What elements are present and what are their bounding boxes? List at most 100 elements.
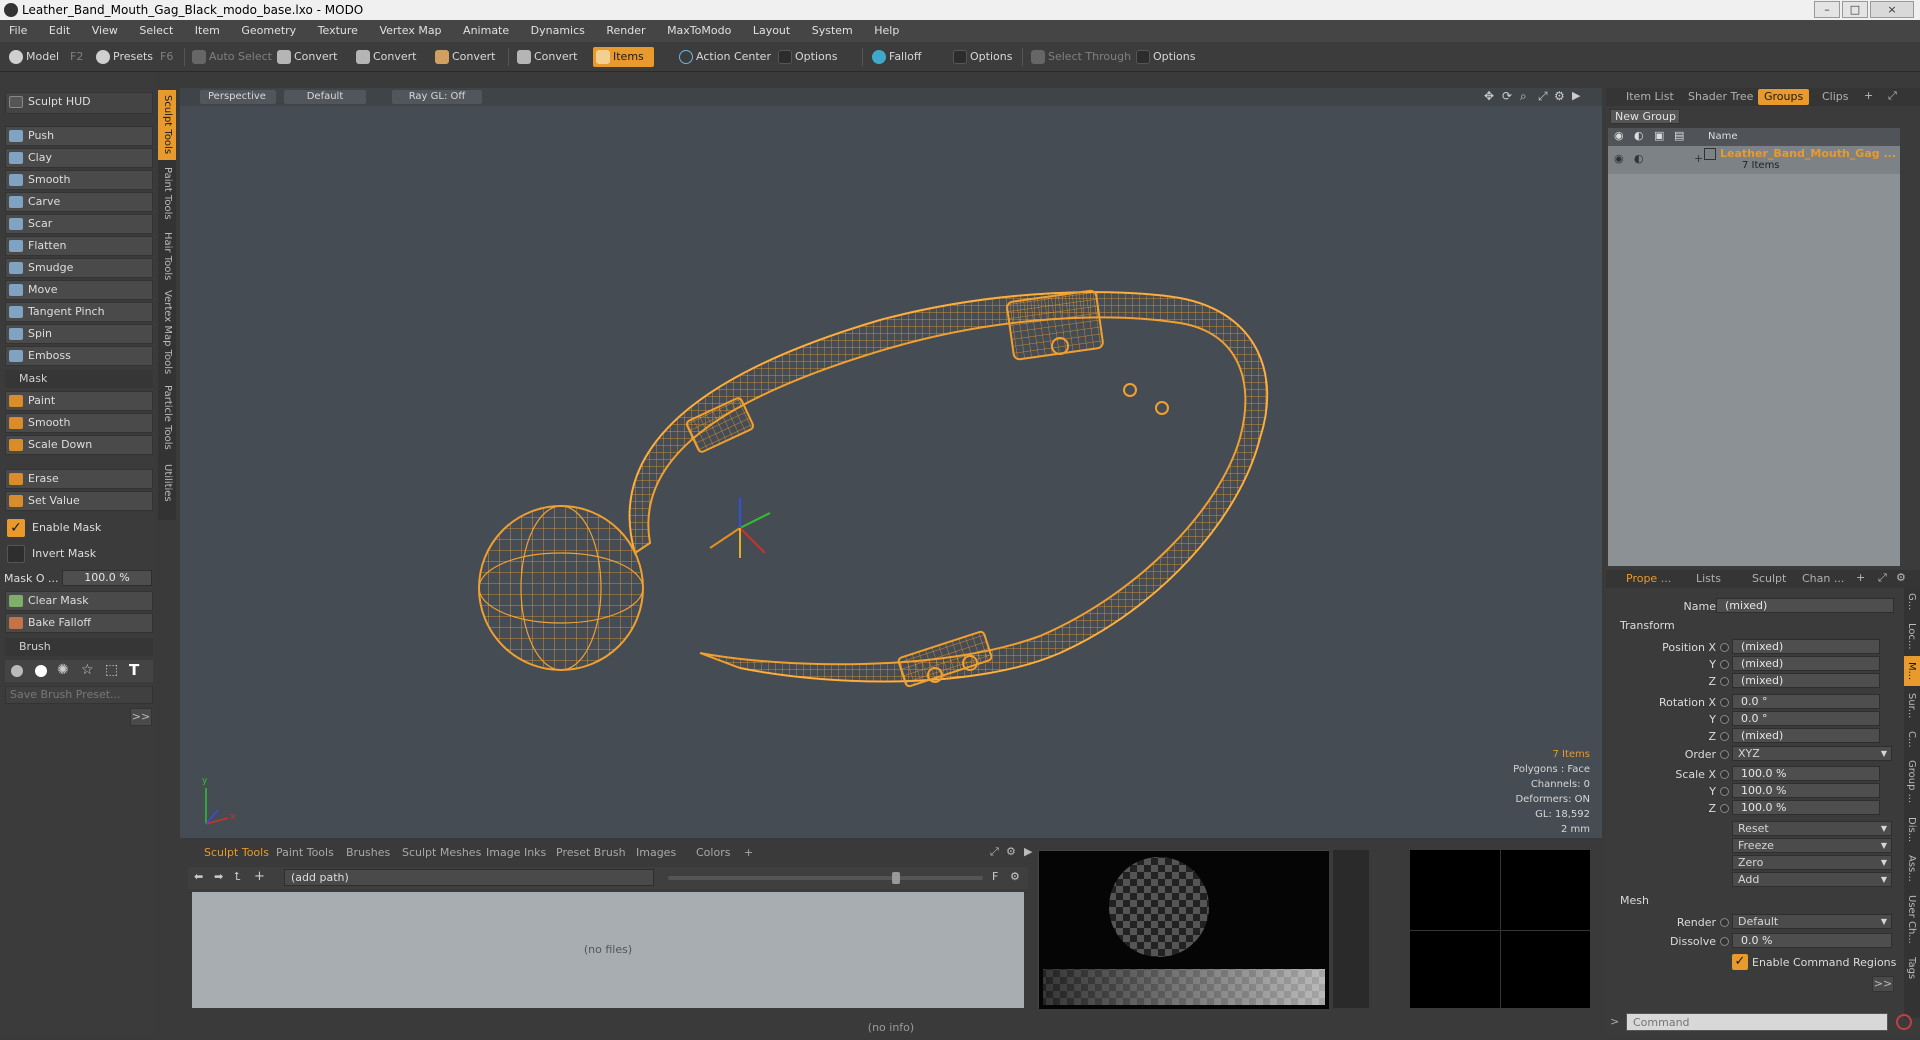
transform-section-header[interactable]: Transform xyxy=(1620,619,1675,632)
clear-mask-button[interactable]: Clear Mask xyxy=(5,591,153,611)
render-icon[interactable]: ◐ xyxy=(1634,129,1644,142)
tool-clay[interactable]: Clay xyxy=(5,148,153,168)
tab-groups[interactable]: Groups xyxy=(1758,89,1810,105)
model-button[interactable]: Model xyxy=(6,47,59,67)
tab-clips[interactable]: Clips xyxy=(1816,89,1855,105)
visibility-eye-icon[interactable]: ◉ xyxy=(1614,129,1624,142)
scale-z-anim-icon[interactable] xyxy=(1720,804,1729,813)
star-brush-icon[interactable]: ☆ xyxy=(81,662,94,678)
tool-flatten[interactable]: Flatten xyxy=(5,236,153,256)
tab-sculpt-tools-bottom[interactable]: Sculpt Tools xyxy=(204,845,269,861)
sculpt-hud-button[interactable]: Sculpt HUD xyxy=(5,92,153,114)
tool-smooth[interactable]: Smooth xyxy=(5,170,153,190)
menu-animate[interactable]: Animate xyxy=(454,20,518,42)
rotation-x-field[interactable]: 0.0 ° xyxy=(1732,694,1880,709)
scale-y-field[interactable]: 100.0 % xyxy=(1732,783,1880,798)
order-anim-icon[interactable] xyxy=(1720,750,1729,759)
freeze-dropdown[interactable]: Freeze ▼ xyxy=(1732,838,1892,853)
forward-arrow-icon[interactable]: ➡ xyxy=(214,870,223,883)
tab-lists[interactable]: Lists xyxy=(1690,571,1727,587)
rotation-y-field[interactable]: 0.0 ° xyxy=(1732,711,1880,726)
scale-y-anim-icon[interactable] xyxy=(1720,787,1729,796)
bake-falloff-button[interactable]: Bake Falloff xyxy=(5,613,153,633)
convert-vertices-button[interactable]: Convert xyxy=(274,47,338,67)
tab-images[interactable]: Images xyxy=(636,845,676,861)
add-tab-button[interactable]: + xyxy=(744,845,753,861)
group-row[interactable]: ◉ ◐ + Leather_Band_Mouth_Gag ... 7 Items xyxy=(1608,146,1900,174)
menu-vertex-map[interactable]: Vertex Map xyxy=(370,20,450,42)
3d-viewport[interactable]: y x 7 Items Polygons : Face Channels: 0 … xyxy=(180,88,1602,838)
order-dropdown[interactable]: XYZ ▼ xyxy=(1732,746,1892,761)
dissolve-field[interactable]: 0.0 % xyxy=(1732,933,1892,948)
tab-properties[interactable]: Prope ... xyxy=(1620,571,1677,587)
mask-scale-down[interactable]: Scale Down xyxy=(5,435,153,455)
maximize-viewport-icon[interactable]: ⤢ xyxy=(1538,89,1548,104)
minimize-button[interactable]: – xyxy=(1814,1,1840,18)
convert-polygons-button[interactable]: Convert xyxy=(432,47,496,67)
pan-icon[interactable]: ✥ xyxy=(1484,89,1494,103)
prop-gear-icon[interactable]: ⚙ xyxy=(1896,571,1906,584)
tab-sculpt-meshes[interactable]: Sculpt Meshes xyxy=(402,845,481,861)
convert-edges-button[interactable]: Convert xyxy=(353,47,417,67)
menu-view[interactable]: View xyxy=(83,20,127,42)
tab-paint-tools[interactable]: Paint Tools xyxy=(158,162,176,224)
position-x-field[interactable]: (mixed) xyxy=(1732,639,1880,654)
command-history-icon[interactable] xyxy=(1896,1014,1912,1030)
name-field[interactable]: (mixed) xyxy=(1716,598,1894,613)
custom-brush-icon[interactable]: ⬚ xyxy=(105,662,118,678)
position-z-field[interactable]: (mixed) xyxy=(1732,673,1880,688)
enable-mask-checkbox[interactable]: ✓ xyxy=(7,519,25,537)
action-center-options-button[interactable]: Options xyxy=(775,47,837,67)
tab-brushes[interactable]: Brushes xyxy=(346,845,390,861)
side-tab-sur[interactable]: Sur... xyxy=(1904,688,1920,724)
splat-brush-icon[interactable]: ✺ xyxy=(57,662,69,678)
tab-hair-tools[interactable]: Hair Tools xyxy=(158,228,176,284)
tool-carve[interactable]: Carve xyxy=(5,192,153,212)
rotation-y-anim-icon[interactable] xyxy=(1720,715,1729,724)
path-gear-icon[interactable]: ⚙ xyxy=(1010,870,1020,883)
mask-smooth[interactable]: Smooth xyxy=(5,413,153,433)
position-z-anim-icon[interactable] xyxy=(1720,677,1729,686)
falloff-options-button[interactable]: Options xyxy=(950,47,1012,67)
maximize-item-panel-icon[interactable]: ⤢ xyxy=(1888,89,1897,103)
row-render-icon[interactable]: ◐ xyxy=(1634,152,1644,165)
tab-utilities[interactable]: Utilities xyxy=(158,458,176,508)
scale-x-anim-icon[interactable] xyxy=(1720,770,1729,779)
menu-select[interactable]: Select xyxy=(130,20,182,42)
position-y-field[interactable]: (mixed) xyxy=(1732,656,1880,671)
menu-system[interactable]: System xyxy=(803,20,862,42)
raygl-dropdown[interactable]: Ray GL: Off xyxy=(392,90,482,104)
menu-dynamics[interactable]: Dynamics xyxy=(522,20,594,42)
zero-dropdown[interactable]: Zero ▼ xyxy=(1732,855,1892,870)
select-through-button[interactable]: Select Through xyxy=(1028,47,1131,67)
add-item-tab-icon[interactable]: + xyxy=(1864,89,1873,102)
tab-channels[interactable]: Chan ... xyxy=(1796,571,1850,587)
menu-item[interactable]: Item xyxy=(186,20,229,42)
mask-erase[interactable]: Erase xyxy=(5,469,153,489)
side-tab-ass[interactable]: Ass... xyxy=(1904,850,1920,886)
mask-opacity-field[interactable]: 100.0 % xyxy=(62,570,152,586)
menu-render[interactable]: Render xyxy=(597,20,654,42)
side-tab-m[interactable]: M... xyxy=(1904,656,1920,686)
position-x-anim-icon[interactable] xyxy=(1720,643,1729,652)
rotate-icon[interactable]: ⟳ xyxy=(1502,89,1512,103)
tab-preset-brush[interactable]: Preset Brush xyxy=(556,845,626,861)
rotation-z-anim-icon[interactable] xyxy=(1720,732,1729,741)
action-center-button[interactable]: Action Center xyxy=(676,47,771,67)
menu-edit[interactable]: Edit xyxy=(40,20,79,42)
menu-help[interactable]: Help xyxy=(865,20,908,42)
lock-icon[interactable]: ▣ xyxy=(1654,129,1664,142)
soft-brush-icon[interactable] xyxy=(11,665,23,677)
viewport-menu-arrow-icon[interactable]: ▶ xyxy=(1572,89,1580,102)
tool-move[interactable]: Move xyxy=(5,280,153,300)
tab-sculpt-props[interactable]: Sculpt xyxy=(1746,571,1792,587)
presets-button[interactable]: Presets xyxy=(93,47,153,67)
side-tab-user-channels[interactable]: User Ch... xyxy=(1904,888,1920,950)
row-visibility-icon[interactable]: ◉ xyxy=(1614,152,1624,165)
menu-geometry[interactable]: Geometry xyxy=(232,20,305,42)
select-options-button[interactable]: Options xyxy=(1133,47,1195,67)
falloff-button[interactable]: Falloff xyxy=(869,47,921,67)
tool-scar[interactable]: Scar xyxy=(5,214,153,234)
viewport-settings-gear-icon[interactable]: ⚙ xyxy=(1554,89,1565,103)
bottom-gear-icon[interactable]: ⚙ xyxy=(1006,845,1016,858)
